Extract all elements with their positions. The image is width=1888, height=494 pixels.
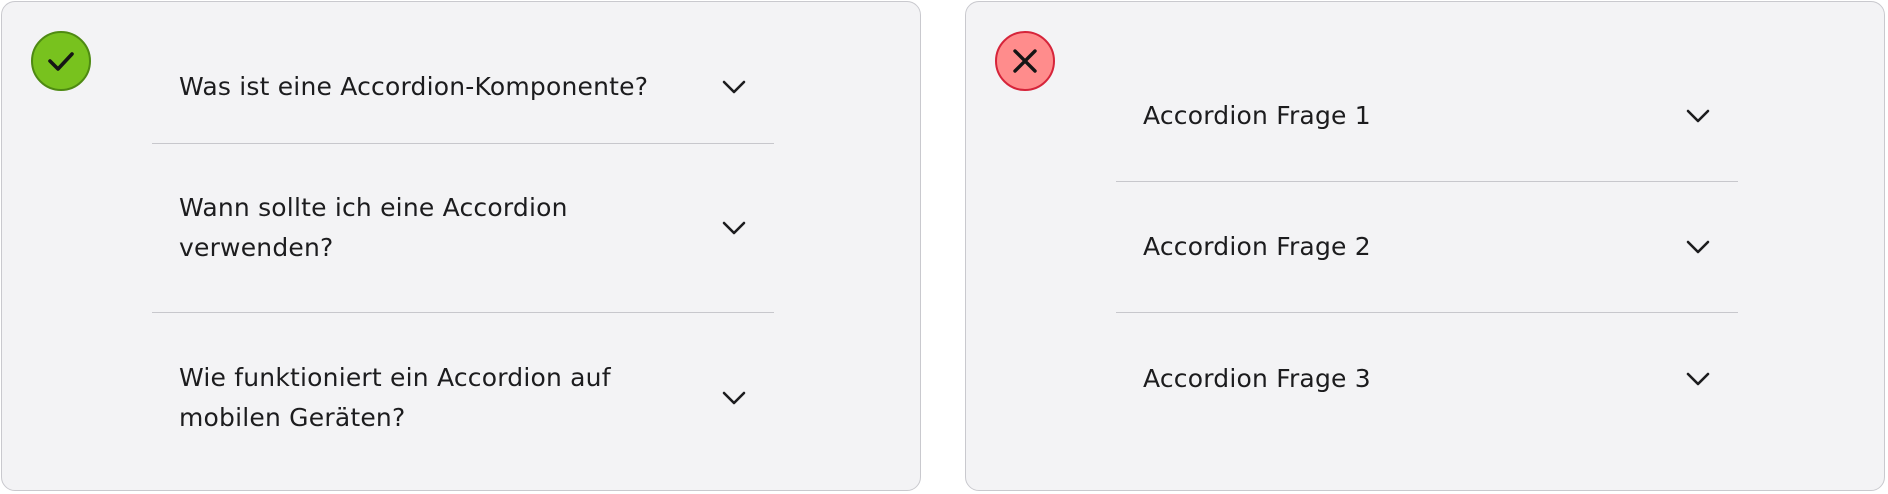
accordion-question: Accordion Frage 2 bbox=[1143, 232, 1371, 261]
chevron-down-icon[interactable] bbox=[1686, 109, 1710, 123]
accordion-item[interactable]: Accordion Frage 3 bbox=[1116, 313, 1738, 444]
accordion-question: Accordion Frage 1 bbox=[1143, 100, 1371, 130]
chevron-down-icon[interactable] bbox=[1686, 240, 1710, 254]
accordion-bad: Accordion Frage 1 Accordion Frage 2 Acco… bbox=[1116, 50, 1738, 444]
accordion-item[interactable]: Wie funktioniert ein Accordion auf mobil… bbox=[152, 313, 774, 482]
close-badge bbox=[995, 31, 1055, 91]
accordion-item[interactable]: Was ist eine Accordion-Komponente? bbox=[152, 31, 774, 144]
accordion-item[interactable]: Accordion Frage 2 bbox=[1116, 182, 1738, 313]
accordion-question: Was ist eine Accordion-Komponente? bbox=[179, 72, 649, 101]
check-badge bbox=[31, 31, 91, 91]
close-icon bbox=[1013, 49, 1037, 73]
accordion-question: Wie funktioniert ein Accordion auf mobil… bbox=[179, 362, 611, 432]
bad-example-panel: Accordion Frage 1 Accordion Frage 2 Acco… bbox=[965, 1, 1885, 491]
accordion-question: Accordion Frage 3 bbox=[1143, 363, 1371, 393]
accordion-item[interactable]: Wann sollte ich eine Accordion verwenden… bbox=[152, 144, 774, 313]
good-example-panel: Was ist eine Accordion-Komponente? Wann … bbox=[1, 1, 921, 491]
chevron-down-icon[interactable] bbox=[722, 80, 746, 94]
check-icon bbox=[48, 52, 74, 71]
chevron-down-icon[interactable] bbox=[722, 221, 746, 235]
accordion-item[interactable]: Accordion Frage 1 bbox=[1116, 50, 1738, 182]
accordion-good: Was ist eine Accordion-Komponente? Wann … bbox=[152, 31, 774, 482]
accordion-question: Wann sollte ich eine Accordion verwenden… bbox=[179, 193, 568, 262]
chevron-down-icon[interactable] bbox=[722, 391, 746, 405]
chevron-down-icon[interactable] bbox=[1686, 372, 1710, 386]
